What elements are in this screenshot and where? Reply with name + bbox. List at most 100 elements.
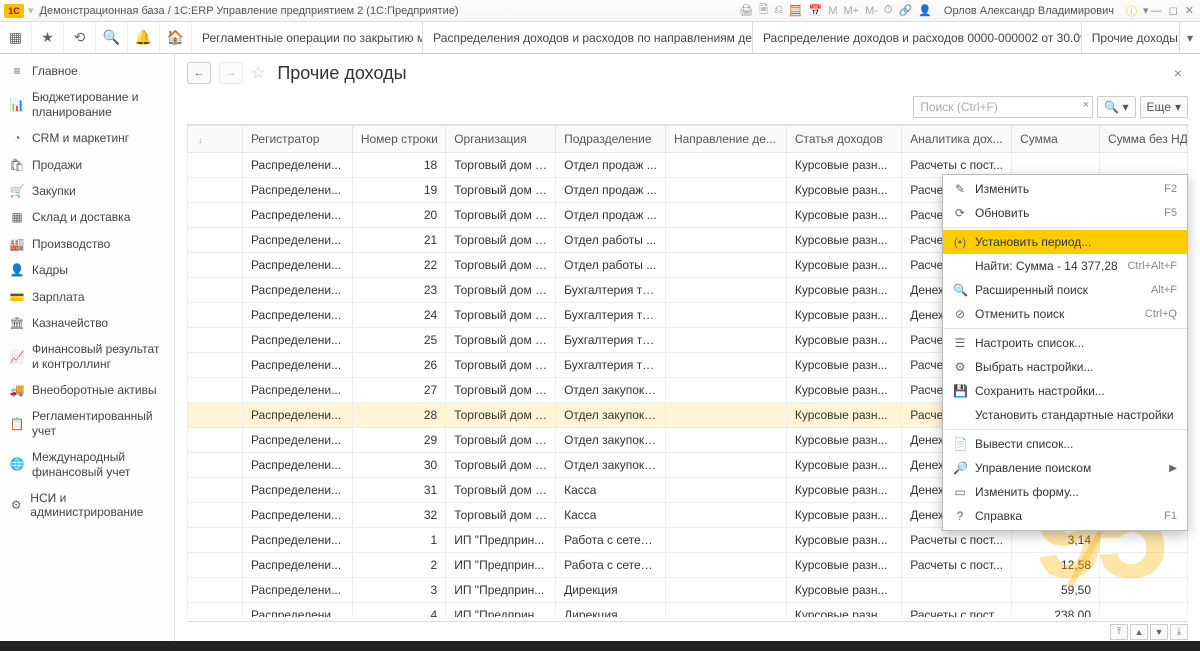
column-header-7[interactable]: Аналитика дох... xyxy=(902,126,1012,153)
menu-item-5[interactable]: 🔍Расширенный поискAlt+F xyxy=(943,278,1187,302)
tab-1[interactable]: Распределения доходов и расходов по напр… xyxy=(423,22,753,53)
menu-item-16[interactable]: ?СправкаF1 xyxy=(943,504,1187,528)
menu-item-9[interactable]: ⚙Выбрать настройки... xyxy=(943,355,1187,379)
sidebar-item-10[interactable]: 📈Финансовый результат и контроллинг xyxy=(0,336,174,377)
clear-search-icon[interactable]: × xyxy=(1083,99,1089,111)
sidebar-item-11[interactable]: 🚚Внеоборотные активы xyxy=(0,377,174,403)
titlebar-tools: 🖨 🗎 ⎌ 🧮 📅 M M+ M- ⏱ 🔗 👤 Орлов Александр … xyxy=(739,1,1148,20)
m-minus-icon[interactable]: M- xyxy=(865,5,878,17)
menu-item-4[interactable]: Найти: Сумма - 14 377,28Ctrl+Alt+F xyxy=(943,254,1187,278)
clock-icon[interactable]: ⏱ xyxy=(884,4,893,17)
table-row[interactable]: Распределени...1ИП "Предприн...Работа с … xyxy=(188,528,1188,553)
sidebar-item-2[interactable]: ◔CRM и маркетинг xyxy=(0,125,174,151)
list-toolbar: × 🔍 ▾ Еще▾ xyxy=(175,92,1200,124)
menu-item-10[interactable]: 💾Сохранить настройки... xyxy=(943,379,1187,403)
menu-item-11[interactable]: Установить стандартные настройки xyxy=(943,403,1187,427)
apps-icon[interactable]: ▦ xyxy=(0,22,32,53)
m-plus-icon[interactable]: M+ xyxy=(844,5,860,17)
sidebar-item-0[interactable]: ≡Главное xyxy=(0,58,174,84)
menu-shortcut: Ctrl+Alt+F xyxy=(1127,260,1177,272)
column-header-4[interactable]: Подразделение xyxy=(556,126,666,153)
history-icon[interactable]: ⟲ xyxy=(64,22,96,53)
table-row[interactable]: Распределени...2ИП "Предприн...Работа с … xyxy=(188,553,1188,578)
cell: 20 xyxy=(352,203,445,228)
nav-label: Внеоборотные активы xyxy=(32,383,157,397)
favorites-icon[interactable]: ★ xyxy=(32,22,64,53)
tabs-overflow-icon[interactable]: ▾ xyxy=(1180,22,1200,53)
menu-icon: ? xyxy=(953,509,967,523)
home-icon[interactable]: 🏠 xyxy=(160,22,192,53)
calendar-icon[interactable]: 📅 xyxy=(809,4,823,17)
menu-item-14[interactable]: 🔎Управление поиском▶ xyxy=(943,456,1187,480)
sidebar-item-13[interactable]: 🌐Международный финансовый учет xyxy=(0,444,174,485)
sidebar-item-14[interactable]: ⚙НСИ и администрирование xyxy=(0,485,174,526)
titlebar-dropdown-icon[interactable]: ▾ xyxy=(28,4,34,17)
menu-item-3[interactable]: (•)Установить период... xyxy=(943,230,1187,254)
sidebar-item-9[interactable]: 🏛Казначейство xyxy=(0,310,174,336)
menu-item-1[interactable]: ⟳ОбновитьF5 xyxy=(943,201,1187,225)
column-header-3[interactable]: Организация xyxy=(446,126,556,153)
goto-bottom-icon[interactable]: ⤓ xyxy=(1170,624,1188,640)
current-user[interactable]: Орлов Александр Владимирович xyxy=(944,5,1114,17)
menu-item-0[interactable]: ✎ИзменитьF2 xyxy=(943,177,1187,201)
search-input[interactable] xyxy=(913,96,1093,118)
calculator-icon[interactable]: 🧮 xyxy=(789,4,803,17)
menu-label: Вывести список... xyxy=(975,437,1177,451)
menu-item-6[interactable]: ⊘Отменить поискCtrl+Q xyxy=(943,302,1187,326)
tab-3[interactable]: Прочие доходы× xyxy=(1082,22,1180,53)
sidebar-item-7[interactable]: 👤Кадры xyxy=(0,257,174,283)
cell: 21 xyxy=(352,228,445,253)
cell: Бухгалтерия то... xyxy=(556,278,666,303)
forward-button[interactable]: → xyxy=(219,62,243,84)
sidebar-item-1[interactable]: 📊Бюджетирование и планирование xyxy=(0,84,174,125)
cell: 59,50 xyxy=(1012,578,1100,603)
search-tool-icon[interactable]: 🔍 xyxy=(96,22,128,53)
menu-item-8[interactable]: ☰Настроить список... xyxy=(943,331,1187,355)
column-header-5[interactable]: Направление де... xyxy=(665,126,786,153)
goto-top-icon[interactable]: ⤒ xyxy=(1110,624,1128,640)
column-header-9[interactable]: Сумма без НДС xyxy=(1100,126,1188,153)
notifications-icon[interactable]: 🔔 xyxy=(128,22,160,53)
scroll-up-icon[interactable]: ▲ xyxy=(1130,624,1148,640)
column-header-8[interactable]: Сумма xyxy=(1012,126,1100,153)
sidebar-item-4[interactable]: 🛒Закупки xyxy=(0,178,174,204)
scroll-down-icon[interactable]: ▼ xyxy=(1150,624,1168,640)
window-close-icon[interactable]: ✕ xyxy=(1185,5,1194,17)
tab-0[interactable]: Регламентные операции по закрытию месяца… xyxy=(192,22,423,53)
menu-item-15[interactable]: ▭Изменить форму... xyxy=(943,480,1187,504)
info-icon[interactable]: ⓘ xyxy=(1126,3,1137,19)
sidebar-item-12[interactable]: 📋Регламентированный учет xyxy=(0,403,174,444)
nav-icon: 🌐 xyxy=(10,458,24,472)
cell xyxy=(665,303,786,328)
column-header-2[interactable]: Номер строки xyxy=(352,126,445,153)
menu-item-13[interactable]: 📄Вывести список... xyxy=(943,432,1187,456)
cell xyxy=(1100,578,1188,603)
close-page-button[interactable]: × xyxy=(1168,65,1188,81)
search-button[interactable]: 🔍 ▾ xyxy=(1097,96,1135,118)
back-button[interactable]: ← xyxy=(187,62,211,84)
link-icon[interactable]: 🔗 xyxy=(899,4,913,17)
window-minimize-icon[interactable]: — xyxy=(1151,5,1162,17)
table-row[interactable]: Распределени...3ИП "Предприн...ДирекцияК… xyxy=(188,578,1188,603)
sidebar-item-8[interactable]: 💳Зарплата xyxy=(0,284,174,310)
more-button[interactable]: Еще▾ xyxy=(1140,96,1188,118)
sidebar-item-6[interactable]: 🏭Производство xyxy=(0,231,174,257)
m-icon[interactable]: M xyxy=(828,5,837,17)
submenu-arrow-icon: ▶ xyxy=(1169,463,1177,474)
favorite-star-icon[interactable]: ☆ xyxy=(251,63,265,83)
column-header-6[interactable]: Статья доходов xyxy=(786,126,901,153)
tab-strip: ▦ ★ ⟲ 🔍 🔔 🏠 Регламентные операции по зак… xyxy=(0,22,1200,54)
cell: 4 xyxy=(352,603,445,618)
window-maximize-icon[interactable]: ◻ xyxy=(1169,5,1178,17)
print-icon[interactable]: 🖨 xyxy=(739,4,753,17)
cell: 3,14 xyxy=(1012,528,1100,553)
save-icon[interactable]: 🗎 xyxy=(759,1,768,20)
compare-icon[interactable]: ⎌ xyxy=(774,4,783,17)
sidebar-item-3[interactable]: 🛍Продажи xyxy=(0,152,174,178)
column-header-1[interactable]: Регистратор xyxy=(242,126,352,153)
column-header-0[interactable]: ↓ xyxy=(188,126,243,153)
tab-2[interactable]: Распределение доходов и расходов 0000-00… xyxy=(753,22,1082,53)
table-row[interactable]: Распределени...4ИП "Предприн...ДирекцияК… xyxy=(188,603,1188,618)
sidebar-item-5[interactable]: ▦Склад и доставка xyxy=(0,204,174,230)
cell: Курсовые разн... xyxy=(786,178,901,203)
